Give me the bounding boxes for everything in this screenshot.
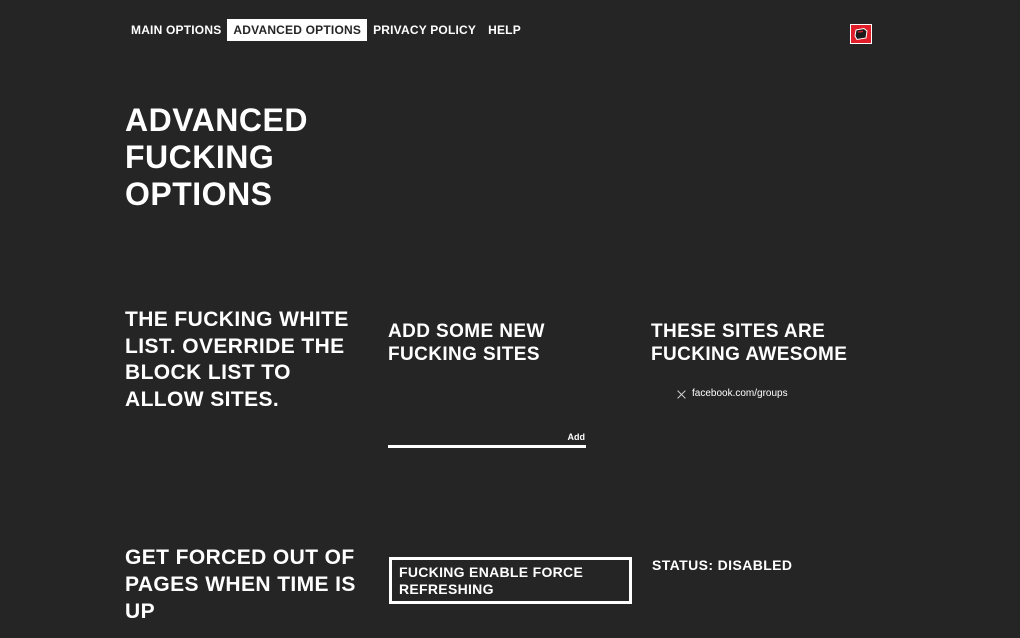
add-site-button[interactable]: Add (568, 432, 586, 442)
whitelisted-sites-list: facebook.com/groups (677, 386, 788, 402)
site-url: facebook.com/groups (692, 388, 788, 399)
force-refresh-heading: GET FORCED OUT OF PAGES WHEN TIME IS UP (125, 546, 356, 623)
top-nav: MAIN OPTIONS ADVANCED OPTIONS PRIVACY PO… (125, 19, 527, 41)
add-site-input[interactable] (388, 428, 556, 445)
nav-advanced-options[interactable]: ADVANCED OPTIONS (227, 19, 368, 41)
options-page: MAIN OPTIONS ADVANCED OPTIONS PRIVACY PO… (0, 0, 1020, 638)
list-item: facebook.com/groups (677, 386, 788, 402)
nav-help[interactable]: HELP (482, 19, 527, 41)
whitelisted-sites-heading: THESE SITES ARE FUCKING AWESOME (651, 321, 848, 365)
add-sites-heading: ADD SOME NEW FUCKING SITES (388, 321, 545, 365)
close-icon[interactable] (677, 390, 686, 399)
nav-main-options[interactable]: MAIN OPTIONS (125, 19, 227, 41)
page-title: ADVANCED FUCKING OPTIONS (125, 102, 308, 212)
brand-logo-icon (850, 24, 872, 44)
nav-privacy-policy[interactable]: PRIVACY POLICY (367, 19, 482, 41)
add-site-row: Add (388, 428, 586, 448)
enable-force-refresh-button[interactable]: FUCKING ENABLE FORCE REFRESHING (389, 557, 632, 604)
force-refresh-status: STATUS: DISABLED (652, 557, 793, 573)
whitelist-description: THE FUCKING WHITE LIST. OVERRIDE THE BLO… (125, 308, 349, 411)
